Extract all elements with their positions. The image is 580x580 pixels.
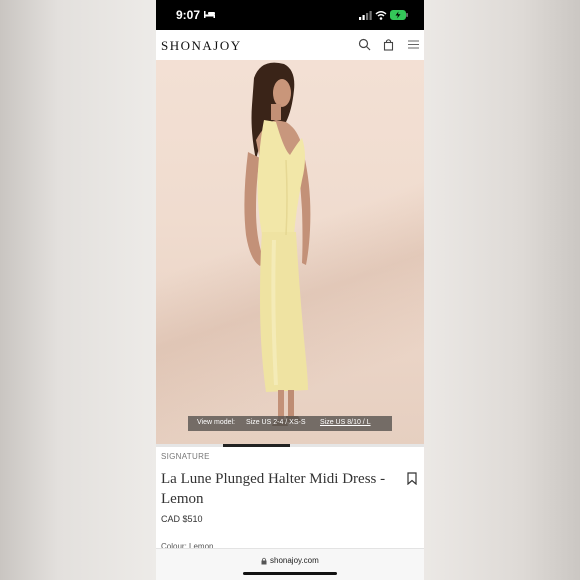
gallery-progress bbox=[156, 444, 424, 447]
bag-icon[interactable] bbox=[382, 38, 395, 51]
site-header: SHONAJOY bbox=[156, 30, 424, 61]
browser-address-bar[interactable]: shonajoy.com bbox=[156, 548, 424, 580]
wifi-icon bbox=[375, 11, 387, 20]
bookmark-icon[interactable] bbox=[407, 472, 417, 485]
view-model-label: View model: bbox=[197, 419, 236, 426]
signal-icon bbox=[359, 11, 372, 20]
battery-icon bbox=[390, 10, 408, 20]
url-text[interactable]: shonajoy.com bbox=[270, 556, 319, 565]
menu-icon[interactable] bbox=[407, 38, 420, 51]
lock-icon bbox=[261, 557, 267, 565]
model-in-dress bbox=[244, 62, 311, 426]
search-icon[interactable] bbox=[358, 38, 371, 51]
product-title: La Lune Plunged Halter Midi Dress - Lemo… bbox=[161, 471, 386, 507]
product-price: CAD $510 bbox=[161, 514, 203, 524]
bed-icon bbox=[204, 11, 215, 18]
phone-screen: 9:07 SHONAJOY View model: Size US 2-4 / … bbox=[156, 0, 424, 580]
product-image[interactable]: View model: Size US 2-4 / XS-S Size US 8… bbox=[156, 60, 424, 447]
status-bar: 9:07 bbox=[156, 0, 424, 30]
collection-label: SIGNATURE bbox=[161, 452, 210, 461]
model-size-option-1[interactable]: Size US 2-4 / XS-S bbox=[246, 419, 306, 426]
model-size-option-2[interactable]: Size US 8/10 / L bbox=[320, 419, 371, 426]
home-indicator[interactable] bbox=[243, 572, 337, 575]
view-model-bar: View model: Size US 2-4 / XS-S Size US 8… bbox=[188, 416, 392, 431]
gallery-progress-active bbox=[223, 444, 290, 447]
brand-logo[interactable]: SHONAJOY bbox=[161, 38, 242, 54]
status-time: 9:07 bbox=[176, 8, 201, 22]
